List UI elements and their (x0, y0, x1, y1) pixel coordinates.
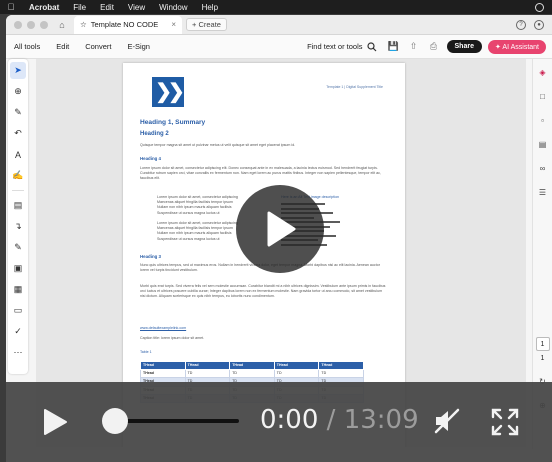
heading-1: Heading 1, Summary (140, 119, 206, 126)
document-tab-title: Template NO CODE (90, 20, 159, 29)
total-pages: 1 (540, 355, 545, 362)
table-header: THead (140, 360, 186, 371)
request-signature-icon[interactable]: ✎ (10, 239, 26, 256)
table-cell: TD (229, 369, 275, 379)
more-tools-icon[interactable]: ⋯ (10, 344, 26, 361)
current-time: 0:00 (260, 405, 319, 435)
lasso-icon[interactable]: ↶ (10, 125, 26, 142)
scan-icon[interactable]: ▦ (10, 281, 26, 298)
heading-2: Heading 2 (140, 131, 169, 137)
create-button[interactable]: + Create (186, 18, 227, 31)
table-header: THead (273, 360, 320, 371)
document-tab[interactable]: ☆ Template NO CODE × (74, 15, 182, 34)
big-play-button[interactable] (236, 185, 324, 273)
menu-esign[interactable]: E-Sign (119, 42, 150, 51)
body-paragraph-3: Morbi quis erat turpis. Sed viverra feli… (140, 284, 386, 299)
table-cell: THead (140, 369, 186, 379)
search-icon (366, 41, 376, 51)
video-control-bar: 0:00 / 13:09 (6, 382, 552, 462)
organize-pages-icon[interactable]: ▣ (10, 260, 26, 277)
example-link[interactable]: www.defaultexamplelink.com (140, 326, 388, 331)
menu-convert[interactable]: Convert (77, 42, 111, 51)
body-paragraph-1: Lorem ipsum dolor sit amet, consectetur … (140, 166, 381, 181)
find-label: Find text or tools (307, 42, 363, 51)
ai-assistant-button[interactable]: ✦ AI Assistant (487, 39, 546, 54)
duration: 13:09 (343, 405, 419, 435)
notifications-icon[interactable]: ● (534, 19, 544, 30)
intro-paragraph: Quisque tempor magna sit amet ut pulvina… (140, 143, 296, 147)
upload-icon[interactable]: ⇧ (407, 41, 421, 52)
current-page-field[interactable]: 1 (535, 337, 550, 351)
close-tab-icon[interactable]: × (171, 20, 176, 29)
ai-assistant-label: AI Assistant (502, 43, 539, 51)
menu-app-name[interactable]: Acrobat (22, 3, 66, 12)
select-cursor-icon[interactable]: ➤ (10, 62, 26, 79)
time-separator: / (318, 405, 344, 435)
zoom-icon[interactable]: ⊕ (10, 83, 26, 100)
logo-icon: ❯❯ (152, 77, 185, 107)
main-toolbar: All tools Edit Convert E-Sign Find text … (6, 35, 552, 59)
print-icon[interactable]: ⎙ (427, 41, 441, 52)
close-window-button[interactable] (14, 20, 22, 29)
time-display: 0:00 / 13:09 (260, 405, 419, 435)
left-tool-rail: ➤ ⊕ ✎ ↶ A ✍ ▤ ↴ ✎ ▣ ▦ ▭ ✓ ⋯ (8, 59, 28, 374)
page-header-text: Template 1 | Digital Supplement Title (326, 85, 383, 89)
layers-icon[interactable]: ☰ (536, 185, 550, 199)
save-icon[interactable]: 💾 (387, 41, 401, 52)
title-bar: ⌂ ☆ Template NO CODE × + Create ? ● (6, 15, 552, 35)
menu-all-tools[interactable]: All tools (6, 42, 40, 51)
menu-view[interactable]: View (121, 3, 152, 12)
share-button[interactable]: Share (446, 40, 482, 53)
menu-edit-tools[interactable]: Edit (48, 42, 69, 51)
ai-chat-icon[interactable]: ◈ (536, 65, 550, 79)
table-row: THead TD TD TD TD (140, 369, 364, 379)
sign-icon[interactable]: ✍ (10, 167, 26, 184)
bookmark-icon[interactable]: ▫ (536, 113, 550, 127)
compress-icon[interactable]: ▭ (10, 302, 26, 319)
heading-4: Heading 4 (140, 156, 161, 161)
text-select-icon[interactable]: A (10, 146, 26, 163)
table-cell: TD (318, 369, 364, 379)
apple-icon[interactable]:  (0, 2, 22, 12)
zoom-window-button[interactable] (40, 20, 48, 29)
menu-help[interactable]: Help (195, 3, 225, 12)
edit-pdf-icon[interactable]: ▤ (10, 197, 26, 214)
table-label: Table 1 (140, 350, 152, 354)
star-icon[interactable]: ☆ (80, 20, 87, 29)
attachment-icon[interactable]: ∞ (536, 161, 550, 175)
tool-divider (12, 190, 24, 191)
highlight-pen-icon[interactable]: ✎ (10, 104, 26, 121)
sparkle-icon: ✦ (494, 43, 501, 51)
caption-text: Caption title: lorem ipsum dolor sit ame… (140, 336, 205, 340)
play-icon (267, 211, 296, 247)
window-controls (6, 20, 48, 29)
comment-icon[interactable]: □ (536, 89, 550, 103)
mute-icon[interactable] (433, 407, 461, 435)
protect-icon[interactable]: ✓ (10, 323, 26, 340)
menu-edit[interactable]: Edit (93, 3, 121, 12)
table-header: THead (184, 360, 231, 371)
menu-file[interactable]: File (66, 3, 93, 12)
home-icon[interactable]: ⌂ (54, 18, 70, 32)
table-cell: TD (273, 369, 320, 379)
pages-icon[interactable]: ▤ (536, 137, 550, 151)
seek-thumb[interactable] (102, 408, 128, 434)
fullscreen-icon[interactable] (490, 407, 520, 437)
export-icon[interactable]: ↴ (10, 218, 26, 235)
minimize-window-button[interactable] (27, 20, 35, 29)
play-button[interactable] (41, 408, 69, 436)
create-label: Create (198, 20, 221, 29)
table-header: THead (229, 360, 275, 371)
find-tools-search[interactable]: Find text or tools (307, 41, 376, 52)
table-cell: TD (184, 369, 231, 379)
status-icon[interactable] (535, 2, 544, 12)
mac-menu-bar:  Acrobat File Edit View Window Help (0, 0, 552, 14)
menu-window[interactable]: Window (152, 3, 194, 12)
help-icon[interactable]: ? (516, 19, 526, 30)
table-header-row: THead THead THead THead THead (140, 360, 364, 371)
table-header: THead (318, 360, 364, 371)
heading-3: Heading 3 (140, 254, 161, 259)
